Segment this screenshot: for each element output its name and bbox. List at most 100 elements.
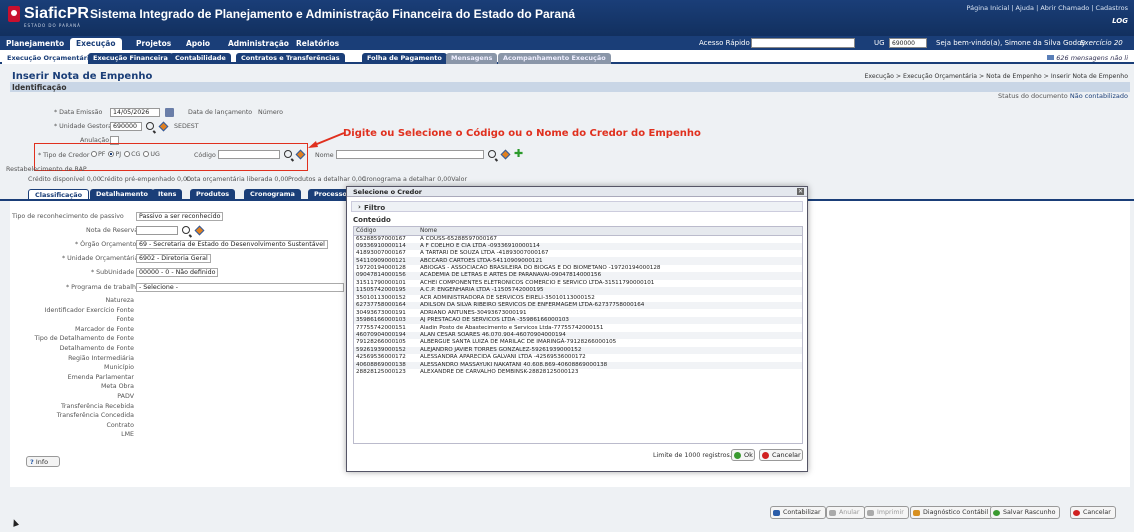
table-row[interactable]: 40608869000138 ALESSANDRO MASSAYUKI NAKAT… (354, 361, 802, 369)
menu-apoio[interactable]: Apoio (180, 38, 216, 50)
add-credor-icon[interactable]: ✚ (514, 148, 524, 159)
diagnostico-icon (913, 510, 920, 516)
cancel-icon (762, 452, 769, 459)
unidade-gestora-input[interactable]: 690000 (110, 122, 142, 131)
table-row[interactable]: 30493673000191 ADRIANO ANTUNES-3049367300… (354, 309, 802, 316)
parana-flag-icon (8, 6, 20, 22)
radio-ug[interactable] (143, 151, 150, 157)
table-row[interactable]: 09047814000156 ACADEMIA DE LETRAS E ARTES… (354, 272, 802, 280)
subtab-folha[interactable]: Folha de Pagamento (362, 53, 447, 64)
cell-nome: ALESSANDRO MASSAYUKI NAKATANI 40.608.869… (418, 361, 802, 369)
radio-pj[interactable] (108, 151, 115, 157)
diagnostico-button[interactable]: Diagnóstico Contábil (910, 506, 994, 519)
unidade-gestora-name: SEDEST (174, 123, 199, 130)
link-ticket[interactable]: Abrir Chamado (1040, 4, 1089, 12)
link-home[interactable]: Página Inicial (966, 4, 1009, 12)
column-codigo[interactable]: Código (354, 227, 418, 236)
unidade-orcamentaria-select[interactable]: 6902 - Diretoria Geral (136, 254, 211, 263)
field-label: Transferência Recebida (60, 402, 134, 410)
anular-button[interactable]: Anular (826, 506, 865, 519)
table-row[interactable]: 09336910000114 A F COELHO E CIA LTDA -093… (354, 242, 802, 250)
tipo-reconhecimento-select[interactable]: Passivo a ser reconhecido (136, 212, 224, 221)
table-row[interactable]: 35010113000152 ACR ADMINISTRADORA DE SERV… (354, 295, 802, 302)
table-row[interactable]: 35986166000103 AJ PRESTACAO DE SERVICOS L… (354, 316, 802, 325)
table-row[interactable]: 77755742000151 Aladin Posto de Abastecime… (354, 324, 802, 331)
messages-link[interactable]: 626 mensagens não li (1047, 54, 1128, 62)
search-icon[interactable] (146, 122, 154, 130)
subtab-contratos[interactable]: Contratos e Transferências (236, 53, 345, 64)
ug-label: UG (874, 39, 885, 47)
anular-label: Anular (839, 509, 860, 516)
table-row[interactable]: 42569536000172 ALESSANDRA APARECIDA GALVA… (354, 354, 802, 361)
search-icon[interactable] (488, 150, 496, 158)
eraser-icon[interactable] (500, 149, 511, 160)
data-emissao-input[interactable]: 14/05/2026 (110, 108, 160, 117)
info-button[interactable]: ? Info (26, 456, 60, 467)
salvar-rascunho-button[interactable]: Salvar Rascunho (990, 506, 1061, 519)
subtab-exec-orcamentaria[interactable]: Execução Orçamentária (2, 53, 99, 64)
data-lancamento-label: Data de lançamento (188, 109, 253, 116)
identificacao-header (10, 82, 1130, 92)
cancelar-button[interactable]: Cancelar (1070, 506, 1116, 519)
cancel-icon (1073, 510, 1080, 516)
orgao-select[interactable]: 69 - Secretaria de Estado do Desenvolvim… (136, 240, 328, 249)
subtab-contabilidade[interactable]: Contabilidade (170, 53, 231, 64)
subtab-acompanhamento[interactable]: Acompanhamento Execução (498, 53, 611, 64)
contabilizar-button[interactable]: Contabilizar (770, 506, 826, 519)
dialog-cancel-button[interactable]: Cancelar (759, 449, 803, 461)
ok-button[interactable]: Ok (731, 449, 755, 461)
nome-input[interactable] (336, 150, 484, 159)
numero-label: Número (258, 109, 284, 116)
table-row[interactable]: 54110909000121 ABCCARD CARTOES LTDA-54110… (354, 257, 802, 265)
cell-nome: ALBERGUE SANTA LUIZA DE MARILAC DE IMARI… (420, 339, 617, 346)
table-row[interactable]: 79128266000105 ALBERGUE SANTA LUIZA DE MA… (354, 339, 802, 346)
ug-select[interactable]: 690000 (889, 38, 927, 48)
menu-planejamento[interactable]: Planejamento (0, 38, 70, 50)
menu-administracao[interactable]: Administração (222, 38, 295, 50)
subunidade-select[interactable]: 00000 - 0 - Não definido (136, 268, 219, 277)
logout-button[interactable]: LOG (1112, 17, 1128, 25)
close-icon[interactable]: ✕ (797, 188, 804, 195)
table-row[interactable]: 28828125000123 ALEXANDRE DE CARVALHO DEMB… (354, 369, 802, 376)
dialog-footer: Limite de 1000 registros. Ok Cancelar (347, 447, 807, 471)
exercicio-link[interactable]: Exercício 20 (1080, 39, 1123, 47)
table-row[interactable]: 11505742000195 A.C.P. ENGENHARIA LTDA -11… (354, 287, 802, 295)
column-nome[interactable]: Nome (418, 227, 802, 236)
nome-label: Nome (315, 152, 334, 159)
programa-label: * Programa de trabalho (66, 284, 140, 291)
programa-select[interactable]: - Selecione - (136, 283, 344, 292)
page-title: Inserir Nota de Empenho (12, 71, 153, 82)
orgao-label: * Órgão Orçamento (75, 241, 137, 248)
cell-nome: ACADEMIA DE LETRAS E ARTES DE PARANAVAI-… (418, 272, 802, 280)
eraser-icon[interactable] (158, 121, 169, 132)
quick-access-input[interactable] (751, 38, 855, 48)
table-row[interactable]: 62737758000164 ADILSON DA SILVA RIBEIRO S… (354, 302, 802, 310)
subtab-exec-financeira[interactable]: Execução Financeira (88, 53, 173, 64)
codigo-input[interactable] (218, 150, 280, 159)
radio-pf[interactable] (91, 151, 97, 157)
cell-codigo: 79128266000105 (356, 339, 406, 346)
cell-codigo: 46070904000194 (354, 331, 418, 340)
table-row[interactable]: 31511790000101 ACHEI COMPONENTES ELETRONI… (354, 280, 802, 287)
radio-cg[interactable] (124, 151, 131, 157)
search-icon[interactable] (284, 150, 292, 158)
logo-subtitle: ESTADO DO PARANÁ (24, 23, 81, 28)
link-cadastros[interactable]: Cadastros (1096, 4, 1128, 12)
menu-execucao[interactable]: Execução (70, 38, 122, 50)
filtro-toggle[interactable]: › Filtro (351, 201, 803, 212)
search-icon[interactable] (182, 226, 190, 234)
ok-label: Ok (744, 451, 753, 459)
menu-projetos[interactable]: Projetos (130, 38, 177, 50)
table-row[interactable]: 65288597000167 A COUSS-65288597000167 (354, 235, 802, 243)
cell-codigo: 09336910000114 (354, 242, 418, 250)
subtab-mensagens[interactable]: Mensagens (446, 53, 498, 64)
table-row[interactable]: 59261939000152 ALEJANDRO JAVIER TORRES GO… (354, 346, 802, 355)
table-row[interactable]: 19720194000128 ABIOGAS - ASSOCIACAO BRASI… (354, 265, 802, 272)
menu-relatorios[interactable]: Relatórios (290, 38, 345, 50)
table-row[interactable]: 41893007000167 A TARTARI DE SOUZA LTDA -4… (354, 250, 802, 257)
imprimir-button[interactable]: Imprimir (864, 506, 909, 519)
cell-nome: A TARTARI DE SOUZA LTDA -41893007000167 (420, 250, 549, 257)
calendar-icon[interactable] (165, 108, 174, 117)
nota-reserva-input[interactable] (136, 226, 178, 235)
link-help[interactable]: Ajuda (1016, 4, 1034, 12)
